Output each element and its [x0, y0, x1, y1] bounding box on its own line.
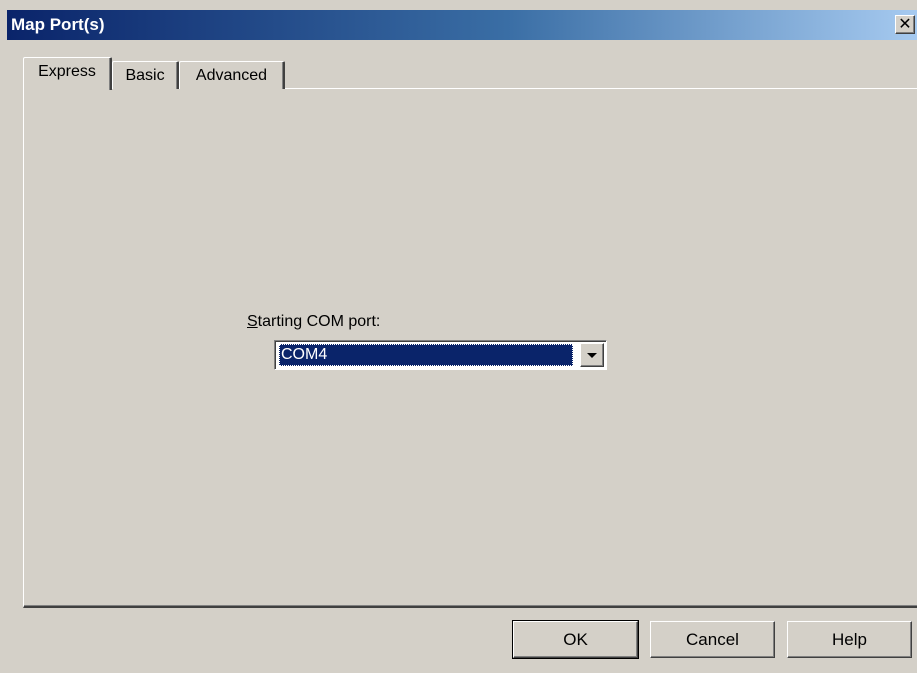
selected-port-value: COM4: [279, 344, 573, 366]
label-rest: tarting COM port:: [257, 313, 381, 330]
ok-button-label: OK: [563, 629, 588, 649]
window-title: Map Port(s): [11, 15, 105, 34]
dropdown-button[interactable]: [580, 343, 604, 367]
tab-advanced[interactable]: Advanced: [179, 61, 285, 89]
starting-com-port-select[interactable]: COM4: [274, 340, 607, 370]
access-key: S: [247, 313, 258, 330]
close-icon: ✕: [898, 15, 912, 33]
ok-button[interactable]: OK: [512, 620, 639, 659]
help-button[interactable]: Help: [787, 621, 912, 658]
chevron-down-icon: [587, 352, 597, 358]
title-bar[interactable]: Map Port(s) ✕: [7, 10, 917, 40]
tab-basic[interactable]: Basic: [112, 61, 179, 89]
close-button[interactable]: ✕: [895, 15, 915, 34]
tab-express[interactable]: Express: [23, 57, 112, 90]
cancel-button-label: Cancel: [686, 629, 739, 649]
tab-express-label: Express: [38, 63, 96, 80]
help-button-label: Help: [832, 629, 867, 649]
map-ports-dialog: Map Port(s) ✕ Express Basic Advanced Sta…: [0, 0, 917, 673]
tab-basic-label: Basic: [125, 66, 165, 84]
starting-com-port-label: Starting COM port:: [247, 313, 380, 331]
cancel-button[interactable]: Cancel: [650, 621, 775, 658]
tab-advanced-label: Advanced: [195, 66, 268, 84]
